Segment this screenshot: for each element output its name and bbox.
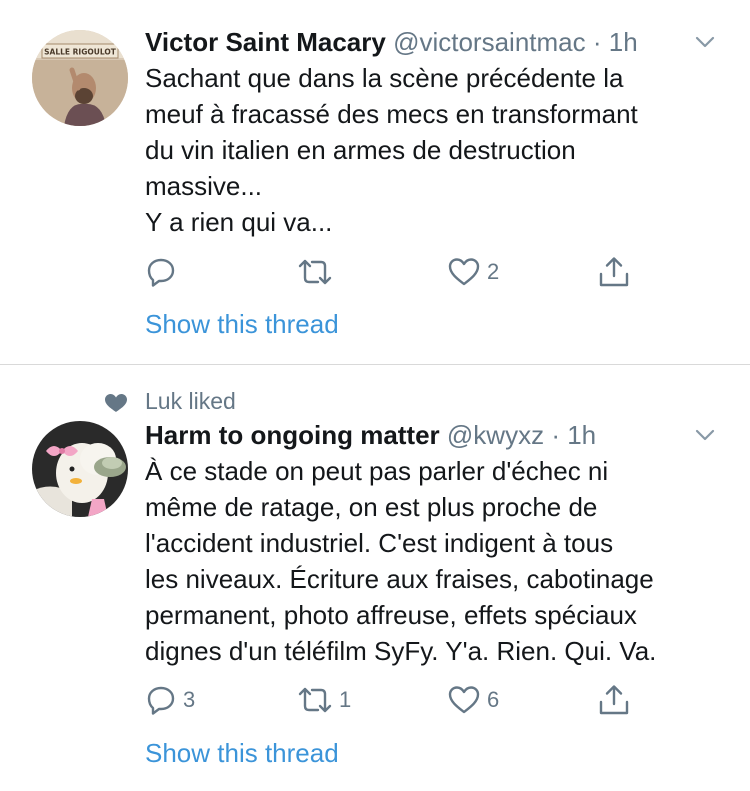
share-button[interactable] bbox=[597, 252, 631, 292]
header-separator: · bbox=[592, 27, 602, 57]
like-button[interactable]: 2 bbox=[447, 252, 499, 292]
tweet-text-line: À ce stade on peut pas parler d'échec ni bbox=[145, 456, 609, 486]
chevron-down-icon[interactable] bbox=[690, 420, 720, 450]
tweet-header: Victor Saint Macary @victorsaintmac · 1h bbox=[145, 24, 720, 60]
retweet-button[interactable] bbox=[297, 252, 339, 292]
heart-filled-icon bbox=[105, 394, 127, 412]
author-name[interactable]: Harm to ongoing matter bbox=[145, 420, 440, 450]
heart-icon bbox=[448, 258, 480, 286]
retweet-count: 1 bbox=[339, 687, 352, 712]
tweet-text-line: les niveaux. Écriture aux fraises, cabot… bbox=[145, 564, 654, 594]
avatar[interactable]: SALLE RIGOULOT bbox=[32, 30, 128, 126]
social-context-label[interactable]: Luk liked bbox=[145, 385, 236, 417]
tweet-time[interactable]: 1h bbox=[567, 420, 596, 450]
tweet-text-line: permanent, photo affreuse, effets spécia… bbox=[145, 600, 637, 630]
reply-icon bbox=[147, 686, 175, 715]
author-handle[interactable]: @victorsaintmac bbox=[393, 27, 586, 57]
tweet[interactable]: Luk liked Harm to ongoing matter @kwyxz … bbox=[0, 365, 750, 791]
heart-icon bbox=[448, 686, 480, 714]
like-count: 6 bbox=[487, 687, 500, 712]
retweet-icon bbox=[298, 687, 332, 713]
tweet-text-line: l'accident industriel. C'est indigent à … bbox=[145, 528, 614, 558]
tweet-header: Harm to ongoing matter @kwyxz · 1h bbox=[145, 417, 720, 453]
share-icon bbox=[599, 257, 629, 287]
author-handle[interactable]: @kwyxz bbox=[447, 420, 544, 450]
chevron-down-icon[interactable] bbox=[690, 27, 720, 57]
tweet-actions: 2 bbox=[145, 252, 645, 292]
tweet-text: Sachant que dans la scène précédente la … bbox=[145, 60, 725, 240]
tweet[interactable]: SALLE RIGOULOT Victor Saint Macary @vict… bbox=[0, 0, 750, 364]
share-icon bbox=[599, 685, 629, 715]
tweet-text-line: du vin italien en armes de destruction bbox=[145, 135, 576, 165]
reply-count: 3 bbox=[183, 687, 196, 712]
tweet-text-line: Sachant que dans la scène précédente la bbox=[145, 63, 624, 93]
avatar-photo: SALLE RIGOULOT bbox=[32, 30, 128, 126]
show-thread-link[interactable]: Show this thread bbox=[145, 306, 339, 342]
avatar-photo bbox=[32, 421, 128, 517]
tweet-text-line: meuf à fracassé des mecs en transformant bbox=[145, 99, 638, 129]
retweet-icon bbox=[298, 259, 332, 285]
tweet-text-line: même de ratage, on est plus proche de bbox=[145, 492, 598, 522]
avatar[interactable] bbox=[32, 421, 128, 517]
tweet-time[interactable]: 1h bbox=[609, 27, 638, 57]
reply-button[interactable]: 3 bbox=[145, 680, 195, 720]
header-separator: · bbox=[551, 420, 560, 450]
show-thread-link[interactable]: Show this thread bbox=[145, 735, 339, 771]
tweet-text-line: massive... bbox=[145, 171, 263, 201]
tweet-text: À ce stade on peut pas parler d'échec ni… bbox=[145, 453, 725, 669]
share-button[interactable] bbox=[597, 680, 631, 720]
svg-text:SALLE RIGOULOT: SALLE RIGOULOT bbox=[44, 48, 117, 57]
tweet-text-line: dignes d'un téléfilm SyFy. Y'a. Rien. Qu… bbox=[145, 636, 657, 666]
reply-button[interactable] bbox=[145, 252, 183, 292]
like-count: 2 bbox=[487, 259, 500, 284]
like-button[interactable]: 6 bbox=[447, 680, 499, 720]
tweet-actions: 3 1 6 bbox=[145, 680, 645, 720]
reply-icon bbox=[147, 258, 175, 287]
tweet-text-line: Y a rien qui va... bbox=[145, 207, 333, 237]
author-name[interactable]: Victor Saint Macary bbox=[145, 27, 386, 57]
retweet-button[interactable]: 1 bbox=[297, 680, 351, 720]
